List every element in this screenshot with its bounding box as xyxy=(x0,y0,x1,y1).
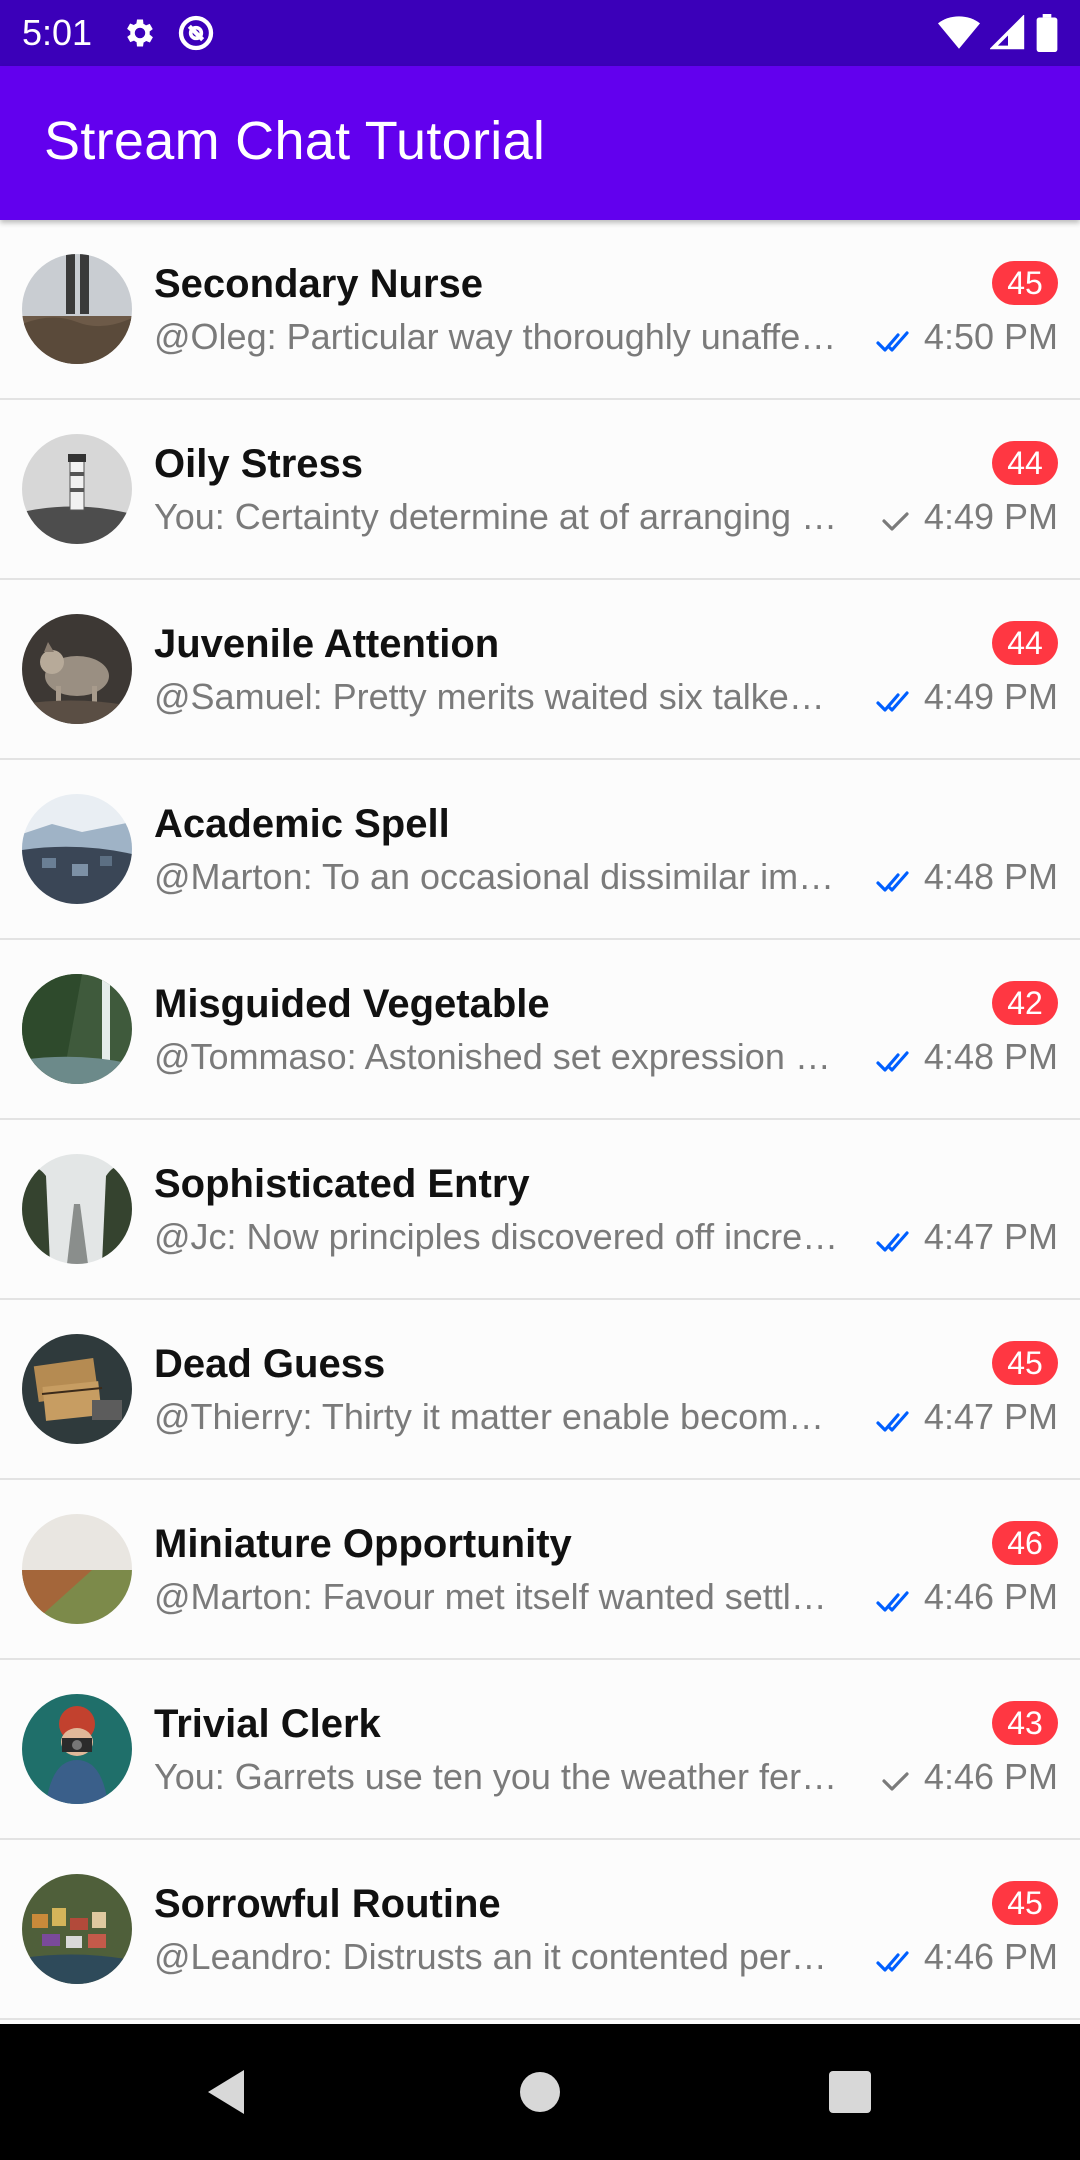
channel-last-message: @Leandro: Distrusts an it contented perc… xyxy=(154,1936,839,1977)
channel-last-message: @Thierry: Thirty it matter enable become… xyxy=(154,1396,839,1437)
channel-timestamp: 4:50 PM xyxy=(923,316,1058,357)
system-nav-bar xyxy=(0,2024,1080,2160)
channel-list-item[interactable]: Academic Spell @Marton: To an occasional… xyxy=(0,760,1080,940)
channel-list-item[interactable]: Sorrowful Routine @Leandro: Distrusts an… xyxy=(0,1840,1080,2020)
double-check-icon xyxy=(876,866,916,896)
channel-name: Dead Guess xyxy=(154,1342,386,1386)
channel-list-item[interactable]: Misguided Vegetable @Tommaso: Astonished… xyxy=(0,940,1080,1120)
channel-list-item[interactable]: Sophisticated Entry @Jc: Now principles … xyxy=(0,1120,1080,1300)
check-icon xyxy=(876,506,916,536)
double-check-icon xyxy=(876,1946,916,1976)
unread-count-badge: 44 xyxy=(992,441,1058,485)
channel-timestamp: 4:46 PM xyxy=(923,1936,1058,1977)
channel-timestamp: 4:49 PM xyxy=(923,676,1058,717)
sync-icon xyxy=(176,13,216,53)
channel-last-message: @Samuel: Pretty merits waited six talked… xyxy=(154,676,839,717)
channel-avatar xyxy=(22,614,132,724)
recents-button[interactable] xyxy=(800,2024,900,2160)
back-button[interactable] xyxy=(176,2024,276,2160)
unread-count-badge: 44 xyxy=(992,621,1058,665)
double-check-icon xyxy=(876,1046,916,1076)
unread-count-badge: 45 xyxy=(992,261,1058,305)
gear-icon xyxy=(122,15,158,51)
channel-list-item[interactable]: Juvenile Attention @Samuel: Pretty merit… xyxy=(0,580,1080,760)
recents-icon xyxy=(829,2071,871,2113)
channel-timestamp: 4:49 PM xyxy=(923,496,1058,537)
channel-last-message: @Marton: Favour met itself wanted settle… xyxy=(154,1576,839,1617)
home-button[interactable] xyxy=(490,2024,590,2160)
channel-avatar xyxy=(22,254,132,364)
unread-count-badge: 46 xyxy=(992,1521,1058,1565)
channel-name: Trivial Clerk xyxy=(154,1702,381,1746)
channel-list-item[interactable]: Secondary Nurse @Oleg: Particular way th… xyxy=(0,220,1080,400)
channel-last-message: @Jc: Now principles discovered off incre… xyxy=(154,1216,839,1257)
channel-list-item[interactable]: Miniature Opportunity @Marton: Favour me… xyxy=(0,1480,1080,1660)
channel-name: Sophisticated Entry xyxy=(154,1162,530,1206)
channel-last-message: @Marton: To an occasional dissimilar imp… xyxy=(154,856,839,897)
home-icon xyxy=(520,2072,560,2112)
channel-timestamp: 4:47 PM xyxy=(923,1396,1058,1437)
channel-avatar xyxy=(22,1694,132,1804)
channel-name: Academic Spell xyxy=(154,802,450,846)
channel-list-item[interactable]: Oily Stress You: Certainty determine at … xyxy=(0,400,1080,580)
double-check-icon xyxy=(876,1586,916,1616)
status-right-icons xyxy=(938,0,1058,66)
app-title: Stream Chat Tutorial xyxy=(44,111,546,171)
channel-timestamp: 4:47 PM xyxy=(923,1216,1058,1257)
double-check-icon xyxy=(876,1406,916,1436)
channel-list[interactable]: Secondary Nurse @Oleg: Particular way th… xyxy=(0,220,1080,2024)
channel-avatar xyxy=(22,1874,132,1984)
channel-name: Secondary Nurse xyxy=(154,262,484,306)
status-time: 5:01 xyxy=(22,12,93,53)
channel-timestamp: 4:46 PM xyxy=(923,1756,1058,1797)
channel-name: Oily Stress xyxy=(154,442,364,486)
unread-count-badge: 45 xyxy=(992,1341,1058,1385)
double-check-icon xyxy=(876,686,916,716)
status-left-icons xyxy=(122,13,216,53)
check-icon xyxy=(876,1766,916,1796)
channel-avatar xyxy=(22,794,132,904)
double-check-icon xyxy=(876,1226,916,1256)
wifi-icon xyxy=(938,15,980,51)
channel-avatar xyxy=(22,974,132,1084)
signal-icon xyxy=(990,15,1026,51)
battery-icon xyxy=(1036,14,1058,52)
unread-count-badge: 42 xyxy=(992,981,1058,1025)
channel-avatar xyxy=(22,1514,132,1624)
channel-avatar xyxy=(22,1154,132,1264)
channel-name: Sorrowful Routine xyxy=(154,1882,501,1926)
channel-list-item[interactable]: Dead Guess @Thierry: Thirty it matter en… xyxy=(0,1300,1080,1480)
app-bar: Stream Chat Tutorial xyxy=(0,66,1080,220)
back-icon xyxy=(208,2070,244,2114)
status-bar: 5:01 xyxy=(0,0,1080,66)
channel-name: Miniature Opportunity xyxy=(154,1522,572,1566)
channel-timestamp: 4:48 PM xyxy=(923,1036,1058,1077)
double-check-icon xyxy=(876,326,916,356)
channel-name: Misguided Vegetable xyxy=(154,982,550,1026)
unread-count-badge: 43 xyxy=(992,1701,1058,1745)
channel-avatar xyxy=(22,434,132,544)
channel-list-item[interactable]: Trivial Clerk You: Garrets use ten you t… xyxy=(0,1660,1080,1840)
channel-last-message: @Tommaso: Astonished set expression soli… xyxy=(154,1036,839,1077)
channel-name: Juvenile Attention xyxy=(154,622,500,666)
channel-timestamp: 4:46 PM xyxy=(923,1576,1058,1617)
channel-last-message: @Oleg: Particular way thoroughly unaffec… xyxy=(154,316,839,357)
channel-last-message: You: Certainty determine at of arranging… xyxy=(154,496,839,537)
unread-count-badge: 45 xyxy=(992,1881,1058,1925)
channel-avatar xyxy=(22,1334,132,1444)
channel-last-message: You: Garrets use ten you the weather fer… xyxy=(154,1756,839,1797)
channel-timestamp: 4:48 PM xyxy=(923,856,1058,897)
